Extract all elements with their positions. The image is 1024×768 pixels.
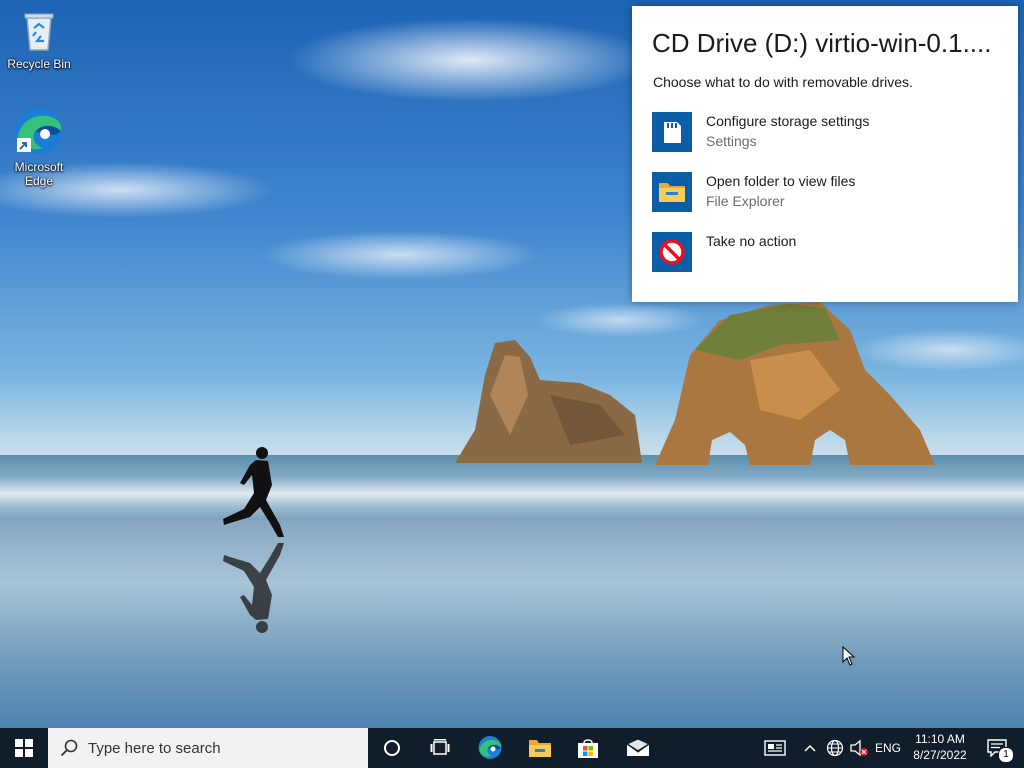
mail-icon [626, 739, 650, 756]
autoplay-notification[interactable]: CD Drive (D:) virtio-win-0.1.... Choose … [632, 6, 1018, 302]
shortcut-arrow-icon [17, 138, 31, 152]
option-label: Configure storage settings [706, 113, 870, 129]
desktop-icon-recycle-bin[interactable]: Recycle Bin [3, 8, 75, 71]
mouse-cursor-icon [842, 646, 856, 666]
news-icon [764, 740, 786, 756]
task-view-icon [430, 739, 450, 755]
cortana-icon [384, 740, 400, 756]
volume-button[interactable] [848, 728, 870, 768]
taskbar-edge-button[interactable] [466, 728, 514, 768]
option-label: Take no action [706, 233, 797, 249]
wallpaper-rock-left [455, 340, 642, 463]
clock-time: 11:10 AM [915, 732, 965, 746]
taskbar-store-button[interactable] [564, 728, 612, 768]
edge-icon [478, 736, 502, 759]
start-button[interactable] [0, 728, 48, 768]
option-sublabel: File Explorer [706, 193, 785, 209]
volume-muted-icon [850, 739, 868, 757]
start-icon [15, 739, 33, 757]
show-hidden-icons-button[interactable] [800, 728, 820, 768]
option-configure-storage-settings[interactable]: Configure storage settings Settings [652, 112, 992, 154]
storage-card-icon [652, 112, 692, 152]
search-placeholder: Type here to search [88, 740, 221, 757]
autoplay-subtitle: Choose what to do with removable drives. [653, 74, 913, 90]
task-view-button[interactable] [416, 728, 464, 768]
autoplay-title: CD Drive (D:) virtio-win-0.1.... [652, 28, 992, 58]
search-icon [60, 739, 78, 757]
notification-count-badge: 1 [998, 747, 1014, 763]
option-take-no-action[interactable]: Take no action [652, 232, 992, 274]
option-open-folder[interactable]: Open folder to view files File Explorer [652, 172, 992, 214]
edge-icon [13, 106, 65, 158]
desktop-icon-label: Recycle Bin [7, 57, 71, 71]
option-sublabel: Settings [706, 133, 757, 149]
folder-icon [652, 172, 692, 212]
desktop-icon-microsoft-edge[interactable]: Microsoft Edge [3, 106, 75, 188]
cortana-button[interactable] [368, 728, 416, 768]
file-explorer-icon [529, 740, 551, 757]
clock-date: 8/27/2022 [913, 748, 967, 762]
network-globe-icon [826, 739, 844, 757]
clock[interactable]: 11:10 AM 8/27/2022 [906, 731, 974, 763]
news-widget-button[interactable] [760, 728, 790, 768]
wallpaper-rock-right [655, 302, 935, 465]
taskbar-file-explorer-button[interactable] [516, 728, 564, 768]
action-center-button[interactable]: 1 [978, 728, 1018, 768]
no-action-icon [652, 232, 692, 272]
taskbar-mail-button[interactable] [614, 728, 662, 768]
chevron-up-icon [804, 744, 816, 752]
wallpaper-beach [0, 520, 1024, 728]
store-icon [578, 739, 598, 758]
option-label: Open folder to view files [706, 173, 856, 189]
language-indicator[interactable]: ENG [872, 728, 904, 768]
recycle-bin-icon [3, 8, 75, 55]
taskbar: Type here to search ENG 11:10 AM 8/27/20… [0, 728, 1024, 768]
network-button[interactable] [824, 728, 846, 768]
search-box[interactable]: Type here to search [48, 728, 368, 768]
desktop-icon-label: Microsoft Edge [14, 160, 64, 188]
wallpaper-runner [223, 447, 284, 633]
